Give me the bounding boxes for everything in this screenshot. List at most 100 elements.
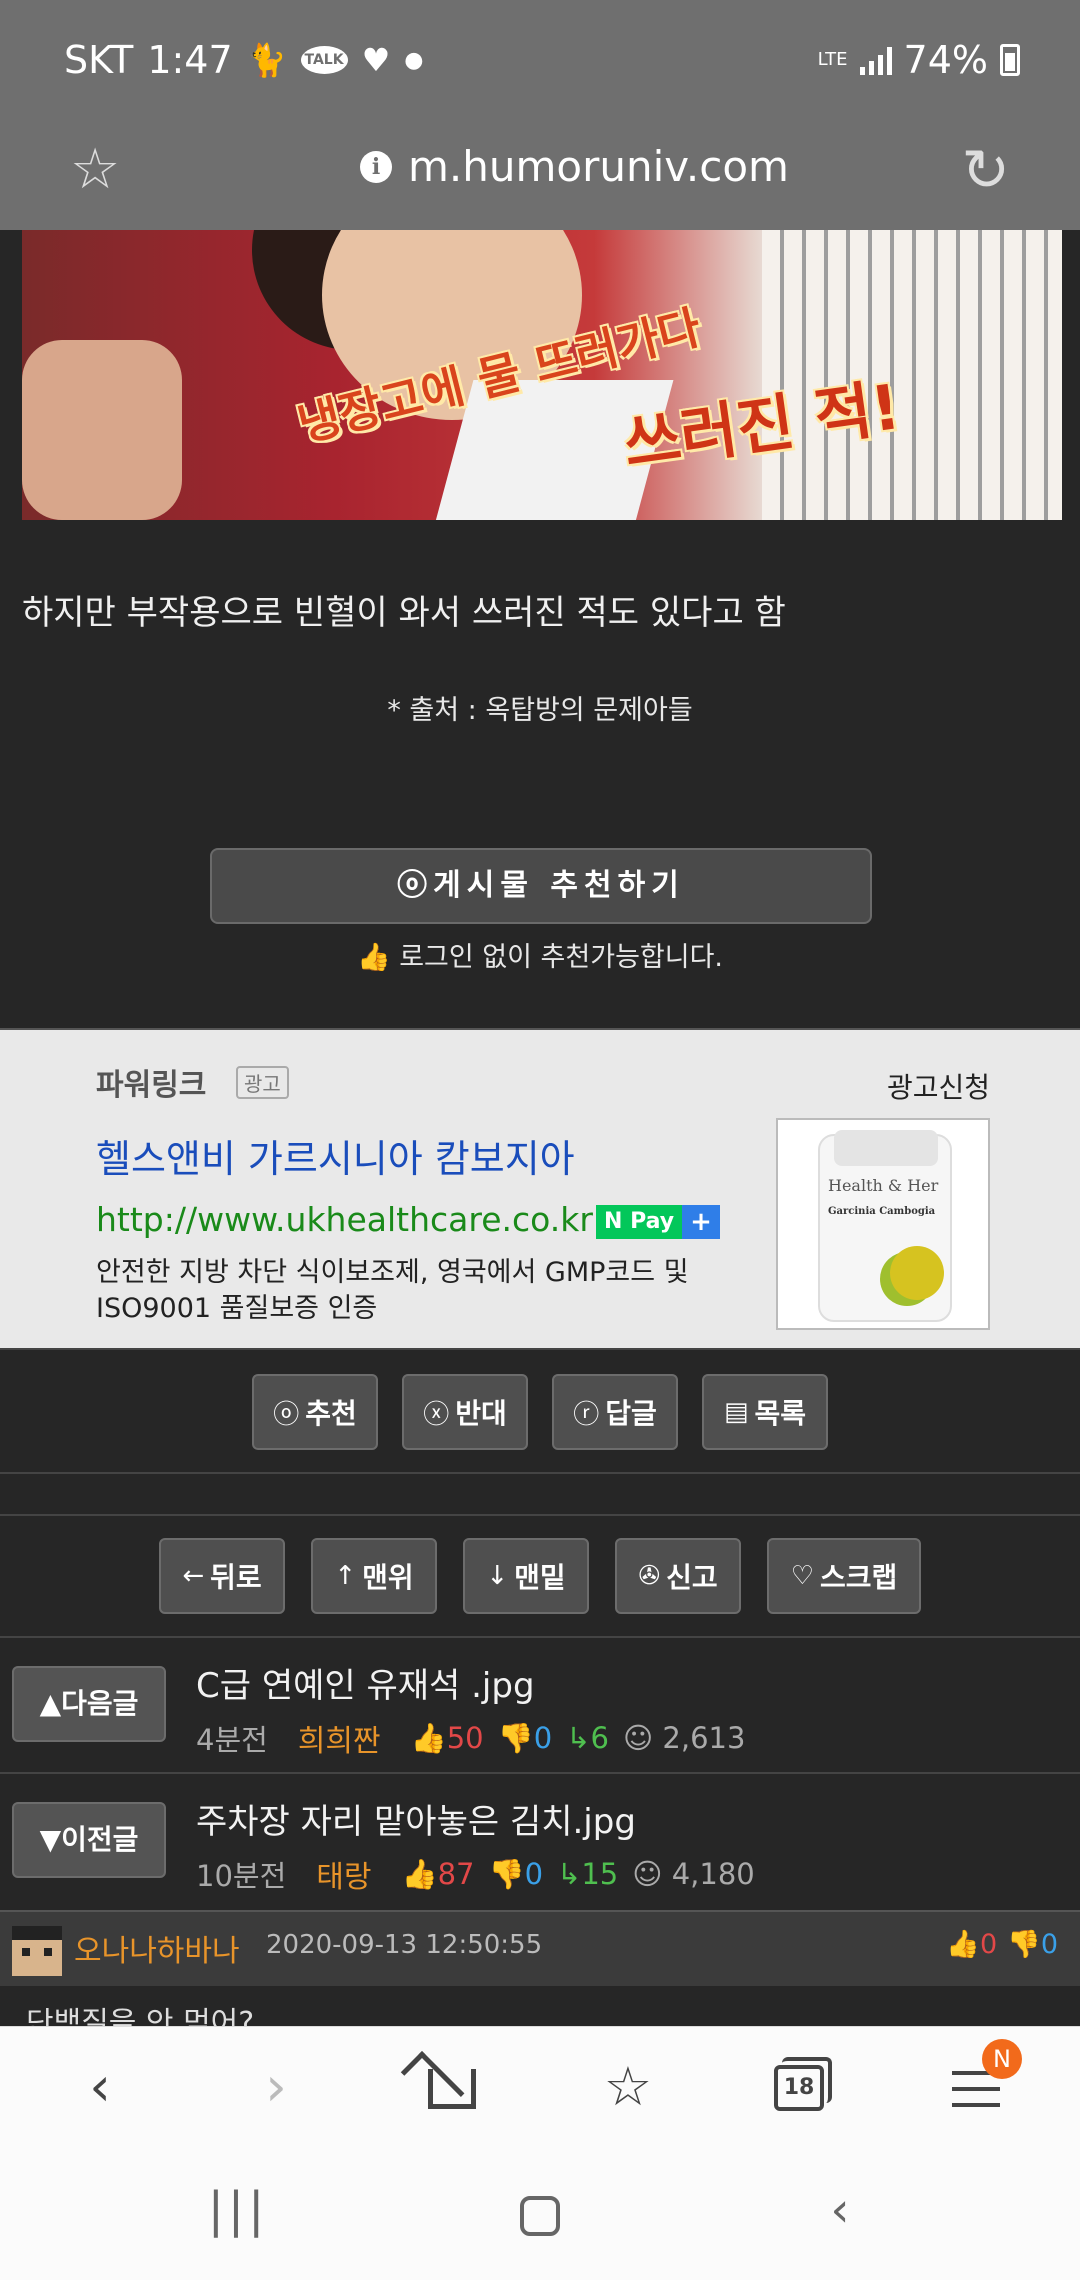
home-body (428, 2069, 476, 2109)
downvote-count: 👎0 (488, 1857, 543, 1892)
comment-text: 단백질을 안 먹어? (26, 2006, 255, 2026)
back-button[interactable]: ← 뒤로 (159, 1538, 285, 1614)
top-button[interactable]: ↑ 맨위 (311, 1538, 437, 1614)
tabs-count: 18 (774, 2065, 824, 2111)
recent-apps-icon[interactable]: ||| (198, 2182, 278, 2238)
recommend-note: 👍 로그인 없이 추천가능합니다. (0, 935, 1080, 974)
recommend-post-button[interactable]: ⓞ게시물 추천하기 (210, 848, 872, 924)
status-bar: SKT 1:47 🐈 TALK ♥ ● LTE 74% (0, 0, 1080, 120)
thumbs-up-icon: 👍 (356, 942, 391, 973)
info-icon[interactable]: i (360, 150, 392, 183)
avatar (12, 1926, 62, 1976)
scrap-button[interactable]: ♡ 스크랩 (767, 1538, 921, 1614)
report-button[interactable]: ✇ 신고 (615, 1538, 741, 1614)
next-post-meta: 4분전 희희짠 👍50 👎0 ↳6 ☺ 2,613 (196, 1716, 745, 1760)
menu-icon[interactable]: N (936, 2039, 1022, 2127)
ad-apply-link[interactable]: 광고신청 (887, 1066, 990, 1106)
back-icon[interactable]: ‹ (60, 2047, 140, 2127)
heart-icon: ♥ (361, 41, 391, 79)
battery-icon (1000, 44, 1020, 76)
navigation-action-row: ← 뒤로 ↑ 맨위 ↓ 맨밑 ✇ 신고 ♡ 스크랩 (0, 1538, 1080, 1614)
system-back-icon[interactable]: ‹ (800, 2182, 880, 2238)
view-icon: ☺ (632, 1857, 663, 1891)
comment-upvote-value: 0 (980, 1929, 998, 1960)
tabs-icon[interactable]: 18 (760, 2047, 840, 2127)
thumbs-down-icon: 👎 (488, 1856, 525, 1891)
comment-score: 👍0 👎0 (946, 1928, 1058, 1960)
bottom-label: 맨밑 (514, 1561, 566, 1594)
post-body-text: 하지만 부작용으로 빈혈이 와서 쓰러진 적도 있다고 함 (22, 593, 786, 633)
reply-count: ↳15 (557, 1857, 618, 1891)
previous-post-author[interactable]: 태랑 (316, 1852, 371, 1896)
forward-icon[interactable]: › (236, 2047, 316, 2127)
next-post-row[interactable]: ▲다음글 C급 연예인 유재석 .jpg 4분전 희희짠 👍50 👎0 ↳6 ☺… (0, 1638, 1080, 1772)
thumbs-up-icon: 👍 (410, 1720, 447, 1755)
bookmark-star-icon[interactable]: ☆ (70, 140, 130, 200)
heart-outline-icon: ♡ (790, 1561, 815, 1591)
thumbs-up-icon: 👍 (401, 1856, 438, 1891)
upvote-count: 👍50 (411, 1721, 484, 1756)
view-count: ☺ 4,180 (632, 1857, 754, 1891)
clock: 1:47 (147, 38, 233, 82)
previous-post-time: 10분전 (196, 1859, 287, 1893)
comment-header: 오나나하바나 2020-09-13 12:50:55 👍0 👎0 (0, 1910, 1080, 1986)
reply-icon: ⓡ (573, 1399, 600, 1430)
view-count: ☺ 2,613 (623, 1721, 745, 1755)
next-post-author[interactable]: 희희짠 (298, 1716, 381, 1760)
system-home-box (520, 2196, 560, 2236)
upvote-value: 87 (437, 1856, 475, 1891)
status-bar-left: SKT 1:47 🐈 TALK ♥ ● (64, 38, 423, 82)
bookmarks-icon[interactable]: ☆ (588, 2047, 668, 2127)
previous-post-meta: 10분전 태랑 👍87 👎0 ↳15 ☺ 4,180 (196, 1852, 755, 1896)
thumbs-up-icon: 👍 (946, 1929, 980, 1960)
comment-author[interactable]: 오나나하바나 (74, 1926, 240, 1970)
view-value: 2,613 (662, 1721, 746, 1755)
recommend-note-text: 로그인 없이 추천가능합니다. (399, 942, 724, 973)
comment-upvote[interactable]: 👍0 (946, 1928, 997, 1960)
reload-icon[interactable]: ↻ (961, 138, 1010, 202)
thumbs-down-icon: 👎 (1007, 1929, 1041, 1960)
recommend-button[interactable]: ⓞ 추천 (252, 1374, 378, 1450)
reply-count: ↳6 (566, 1721, 609, 1755)
npay-badge: N Pay + (596, 1205, 720, 1239)
ad-url-link[interactable]: http://www.ukhealthcare.co.kr (96, 1200, 593, 1239)
divider (0, 1514, 1080, 1516)
reply-button[interactable]: ⓡ 답글 (552, 1374, 678, 1450)
talk-icon: TALK (300, 46, 348, 74)
previous-post-title[interactable]: 주차장 자리 맡아놓은 김치.jpg (196, 1794, 636, 1843)
comment-downvote[interactable]: 👎0 (1007, 1928, 1058, 1960)
npay-plus: + (682, 1205, 720, 1239)
thumbs-down-icon: 👎 (497, 1720, 534, 1755)
browser-bottom-nav: ‹ › ☆ 18 N (0, 2026, 1080, 2152)
previous-post-row[interactable]: ▼이전글 주차장 자리 맡아놓은 김치.jpg 10분전 태랑 👍87 👎0 ↳… (0, 1774, 1080, 1908)
ad-brand: 파워링크 (96, 1068, 207, 1103)
report-label: 신고 (666, 1561, 718, 1594)
view-value: 4,180 (671, 1857, 755, 1891)
reply-value: 6 (590, 1721, 609, 1755)
url-text[interactable]: m.humoruniv.com (408, 142, 789, 191)
home-icon[interactable] (400, 2047, 492, 2127)
previous-post-button[interactable]: ▼이전글 (12, 1802, 166, 1878)
next-post-button[interactable]: ▲다음글 (12, 1666, 166, 1742)
arrow-down-icon: ↓ (486, 1561, 509, 1591)
next-post-time: 4분전 (196, 1723, 268, 1757)
upvote-count: 👍87 (401, 1857, 474, 1892)
cat-icon: 🐈 (246, 41, 287, 79)
bottom-button[interactable]: ↓ 맨밑 (463, 1538, 589, 1614)
system-home-icon[interactable] (500, 2182, 580, 2236)
list-icon: ▤ (723, 1397, 749, 1427)
next-post-title[interactable]: C급 연예인 유재석 .jpg (196, 1658, 535, 1707)
back-label: 뒤로 (210, 1561, 262, 1594)
dot-icon: ● (404, 47, 424, 73)
system-nav-bar: ||| ‹ (0, 2152, 1080, 2280)
ad-product-image[interactable]: Health & Her Garcinia Cambogia (776, 1118, 990, 1330)
ad-title-link[interactable]: 헬스앤비 가르시니아 캄보지아 (96, 1128, 575, 1183)
oppose-button[interactable]: ⓧ 반대 (402, 1374, 528, 1450)
image-hand (22, 340, 182, 520)
downvote-value: 0 (524, 1856, 544, 1891)
post-action-row: ⓞ 추천 ⓧ 반대 ⓡ 답글 ▤ 목록 (0, 1374, 1080, 1450)
scrap-label: 스크랩 (820, 1561, 898, 1594)
report-icon: ✇ (638, 1561, 661, 1591)
list-button[interactable]: ▤ 목록 (702, 1374, 828, 1450)
address-field[interactable]: i m.humoruniv.com (360, 142, 789, 191)
